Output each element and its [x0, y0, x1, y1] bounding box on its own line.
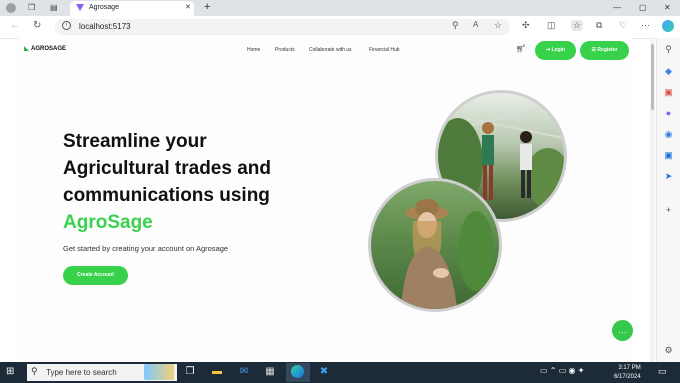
- nav-products[interactable]: Products: [275, 47, 295, 53]
- toolbox-icon[interactable]: ▣: [663, 87, 674, 98]
- login-button[interactable]: ⇥ Login: [535, 41, 576, 60]
- more-menu-icon[interactable]: ⋯: [641, 20, 650, 31]
- url-text: localhost:5173: [79, 22, 131, 31]
- person-icon[interactable]: ●: [663, 108, 674, 119]
- sidebar-settings-icon[interactable]: ⚙: [663, 345, 674, 356]
- vite-favicon-icon: [76, 4, 84, 11]
- favorite-star-icon[interactable]: ☆: [494, 20, 502, 31]
- clock-date: 6/17/2024: [614, 374, 641, 380]
- mail-icon[interactable]: ✉: [237, 365, 251, 379]
- site-logo[interactable]: AGROSAGE: [31, 46, 66, 52]
- login-label: Login: [551, 47, 566, 53]
- hero-subtitle: Get started by creating your account on …: [63, 244, 229, 253]
- site-info-icon[interactable]: i: [62, 21, 71, 30]
- cart-count: 0: [523, 43, 526, 48]
- edge-browser-icon[interactable]: [291, 365, 304, 378]
- favorites-icon[interactable]: ☆: [571, 20, 584, 31]
- browser-essentials-icon[interactable]: ♡: [619, 20, 627, 31]
- refresh-icon[interactable]: ↻: [33, 20, 41, 31]
- create-account-button[interactable]: Create Account: [63, 266, 128, 285]
- taskbar-clock[interactable]: 3:17 PM 6/17/2024: [614, 364, 641, 382]
- read-aloud-icon[interactable]: A: [473, 20, 478, 29]
- register-button[interactable]: ☰ Register: [580, 41, 629, 60]
- system-tray-icons[interactable]: ▭ ⌃ ▭ ◉ ✦: [540, 366, 584, 375]
- workspaces-icon[interactable]: ❐: [28, 3, 35, 12]
- minimize-button[interactable]: —: [613, 3, 621, 12]
- zoom-icon[interactable]: ⚲: [452, 20, 459, 31]
- nav-collaborate[interactable]: Collaborate with us: [309, 47, 352, 53]
- clock-time: 3:17 PM: [618, 365, 641, 371]
- search-highlight-icon[interactable]: [144, 364, 174, 380]
- start-icon[interactable]: ⊞: [6, 366, 14, 377]
- farmer-woman-image: [368, 178, 502, 312]
- close-window-button[interactable]: ✕: [664, 3, 671, 12]
- hero-line-2: Agricultural trades and: [63, 158, 271, 179]
- taskbar-search-placeholder: Type here to search: [46, 368, 117, 377]
- search-sidebar-icon[interactable]: ⚲: [663, 44, 674, 55]
- profile-icon[interactable]: [6, 3, 16, 13]
- task-view-icon[interactable]: ❐: [183, 365, 197, 379]
- nav-financial-hub[interactable]: Financial Hub: [369, 47, 400, 53]
- chat-bubble-button[interactable]: …: [612, 320, 633, 341]
- copilot-icon[interactable]: [662, 20, 674, 32]
- leaf-logo-icon: [24, 46, 29, 51]
- extensions-icon[interactable]: ✣: [522, 20, 530, 31]
- new-tab-icon[interactable]: +: [204, 1, 210, 13]
- send-icon[interactable]: ➤: [663, 171, 674, 182]
- nav-home[interactable]: Home: [247, 47, 260, 53]
- chat-icon: …: [618, 325, 627, 335]
- farmer-woman-illustration: [401, 199, 494, 309]
- tab-actions-icon[interactable]: ▤: [50, 3, 58, 12]
- hero-accent: AgroSage: [63, 212, 153, 233]
- vscode-icon[interactable]: ✖: [317, 365, 331, 379]
- back-icon[interactable]: ←: [10, 20, 20, 31]
- split-screen-icon[interactable]: ◫: [547, 20, 556, 31]
- maximize-button[interactable]: ▢: [639, 3, 647, 12]
- hero-line-3: communications using: [63, 185, 270, 206]
- hero-line-1: Streamline your: [63, 131, 207, 152]
- outlook-icon[interactable]: ▣: [663, 150, 674, 161]
- notifications-icon[interactable]: ▭: [658, 366, 667, 377]
- tag-icon[interactable]: ◆: [663, 66, 674, 77]
- search-icon: ⚲: [31, 366, 38, 376]
- register-label: Register: [597, 47, 618, 53]
- office-icon[interactable]: ◉: [663, 129, 674, 140]
- file-explorer-icon[interactable]: ▬: [210, 365, 224, 379]
- collections-icon[interactable]: ⧉: [596, 20, 602, 31]
- hero-headline: Streamline your Agricultural trades and …: [63, 128, 363, 236]
- tab-title: Agrosage: [89, 4, 119, 11]
- scrollbar-thumb[interactable]: [651, 44, 654, 110]
- store-icon[interactable]: ▦: [263, 365, 277, 379]
- add-sidebar-icon[interactable]: +: [663, 205, 674, 216]
- close-tab-icon[interactable]: ✕: [185, 3, 191, 11]
